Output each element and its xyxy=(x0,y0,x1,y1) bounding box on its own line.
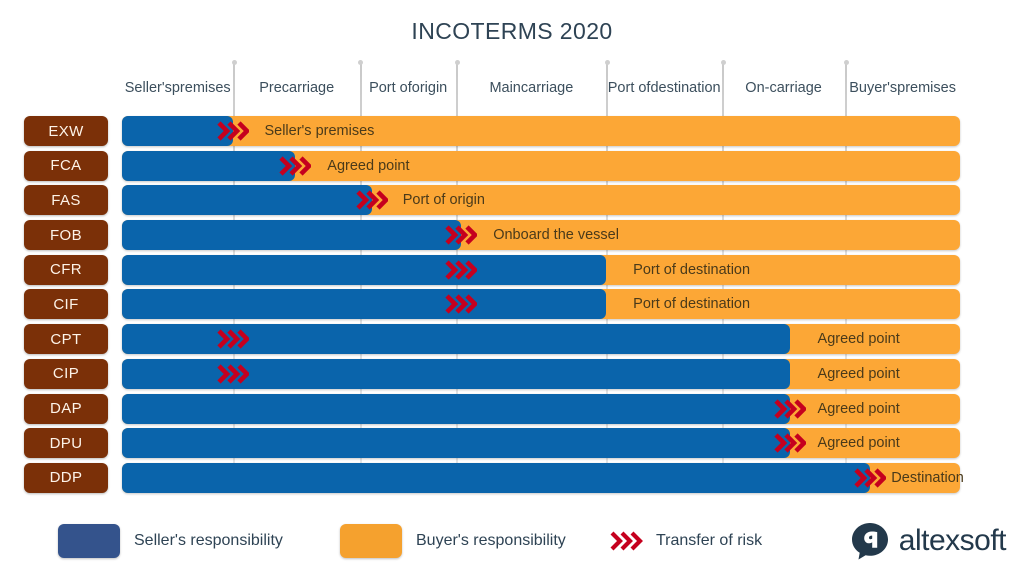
responsibility-bar: Seller's premises xyxy=(122,116,960,146)
responsibility-bar: Port of origin xyxy=(122,185,960,216)
seller-responsibility-segment xyxy=(122,150,295,181)
incoterm-row[interactable]: CPT Agreed point xyxy=(0,324,1024,355)
seller-responsibility-segment xyxy=(122,185,372,216)
column-header-line: Main xyxy=(489,80,521,96)
transfer-point-label: Agreed point xyxy=(817,331,900,348)
responsibility-bar: Port of destination xyxy=(122,254,960,285)
legend-swatch-seller xyxy=(58,524,120,558)
column-header-line: destination xyxy=(650,80,721,96)
column-header-line: premises xyxy=(897,80,956,96)
incoterm-code-chip[interactable]: CPT xyxy=(24,324,108,355)
responsibility-bar: Agreed point xyxy=(122,150,960,181)
incoterm-code-chip[interactable]: EXW xyxy=(24,116,108,146)
legend-swatch-buyer xyxy=(340,524,402,558)
column-header-line: Port of xyxy=(607,80,651,96)
column-header: Seller's premises xyxy=(122,62,233,114)
transfer-point-label: Port of origin xyxy=(402,192,485,209)
incoterm-row[interactable]: FCA Agreed point xyxy=(0,150,1024,181)
transfer-point-label: Agreed point xyxy=(327,157,410,174)
column-header: On-carriage xyxy=(722,62,845,114)
transfer-point-label: Port of destination xyxy=(633,296,751,313)
incoterm-code-chip[interactable]: DPU xyxy=(24,428,108,459)
incoterm-row[interactable]: FOB Onboard the vessel xyxy=(0,220,1024,251)
column-header-line: Precarriage xyxy=(259,80,335,96)
seller-responsibility-segment xyxy=(122,462,871,493)
incoterm-code-chip[interactable]: FOB xyxy=(24,220,108,251)
legend-item-risk: Transfer of risk xyxy=(608,520,762,562)
transfer-point-label: Agreed point xyxy=(817,435,900,452)
page-title: INCOTERMS 2020 xyxy=(411,18,613,44)
incoterm-code-chip[interactable]: CFR xyxy=(24,254,108,285)
transfer-point-label: Destination xyxy=(891,469,964,486)
transfer-point-label: Onboard the vessel xyxy=(493,227,619,244)
transfer-point-label: Seller's premises xyxy=(264,123,375,139)
seller-responsibility-segment xyxy=(122,116,234,146)
responsibility-bar: Destination xyxy=(122,462,964,493)
responsibility-bar: Port of destination xyxy=(122,289,960,320)
column-header: Precarriage xyxy=(233,62,360,114)
incoterm-row[interactable]: EXW Seller's premises xyxy=(0,116,1024,146)
column-header-row: Seller's premises Precarriage Port of origin… xyxy=(122,62,960,114)
brand-name: altexsoft xyxy=(898,524,1007,557)
incoterm-row[interactable]: CIP Agreed point xyxy=(0,358,1024,389)
incoterm-row[interactable]: DPU Agreed point xyxy=(0,428,1024,459)
incoterm-code-chip[interactable]: DAP xyxy=(24,393,108,424)
responsibility-bar: Agreed point xyxy=(122,428,960,459)
transfer-of-risk-icon xyxy=(608,529,644,553)
seller-responsibility-segment xyxy=(122,254,607,285)
incoterms-diagram: INCOTERMS 2020 Seller's premises Precarria… xyxy=(0,0,1024,576)
column-header: Main carriage xyxy=(456,62,606,114)
column-header-line: carriage xyxy=(520,80,574,96)
column-header-line: On-carriage xyxy=(745,80,822,96)
altexsoft-bubble-icon xyxy=(849,520,891,562)
seller-responsibility-segment xyxy=(122,220,462,251)
incoterm-code-chip[interactable]: FAS xyxy=(24,185,108,216)
seller-responsibility-segment xyxy=(122,393,790,424)
legend-label-risk: Transfer of risk xyxy=(656,532,763,549)
incoterm-code-chip[interactable]: FCA xyxy=(24,150,108,181)
responsibility-bar: Agreed point xyxy=(122,393,960,424)
seller-responsibility-segment xyxy=(122,289,607,320)
incoterm-code-chip[interactable]: DDP xyxy=(24,462,108,493)
seller-responsibility-segment xyxy=(122,324,790,355)
transfer-point-label: Agreed point xyxy=(817,365,900,382)
legend-label-buyer: Buyer's responsibility xyxy=(416,532,566,549)
column-header: Port of destination xyxy=(606,62,722,114)
incoterm-row[interactable]: DDP Destination xyxy=(0,462,1024,493)
incoterm-row[interactable]: DAP Agreed point xyxy=(0,393,1024,424)
responsibility-bar: Onboard the vessel xyxy=(122,220,960,251)
incoterm-row[interactable]: FAS Port of origin xyxy=(0,185,1024,216)
responsibility-bar: Agreed point xyxy=(122,324,960,355)
seller-responsibility-segment xyxy=(122,358,790,389)
column-header-line: Port of xyxy=(369,80,412,96)
incoterm-row[interactable]: CFR Port of destination xyxy=(0,254,1024,285)
incoterm-code-chip[interactable]: CIP xyxy=(24,358,108,389)
legend-item-seller: Seller's responsibility xyxy=(58,520,283,562)
column-header-line: Seller's xyxy=(124,80,172,96)
incoterm-rows: EXW Seller's premises FCA Agreed point FAS Po… xyxy=(0,116,1024,498)
transfer-point-label: Port of destination xyxy=(633,261,751,278)
legend-label-seller: Seller's responsibility xyxy=(134,532,283,549)
column-header: Port of origin xyxy=(360,62,456,114)
transfer-point-label: Agreed point xyxy=(817,400,900,417)
incoterm-row[interactable]: CIF Port of destination xyxy=(0,289,1024,320)
responsibility-bar: Agreed point xyxy=(122,358,960,389)
incoterm-code-chip[interactable]: CIF xyxy=(24,289,108,320)
brand-logo: altexsoft xyxy=(849,518,1007,564)
seller-responsibility-segment xyxy=(122,428,790,459)
column-header: Buyer's premises xyxy=(845,62,960,114)
column-header-line: Buyer's xyxy=(849,80,898,96)
column-header-line: origin xyxy=(411,80,448,96)
legend-item-buyer: Buyer's responsibility xyxy=(340,520,566,562)
column-header-line: premises xyxy=(171,80,231,96)
